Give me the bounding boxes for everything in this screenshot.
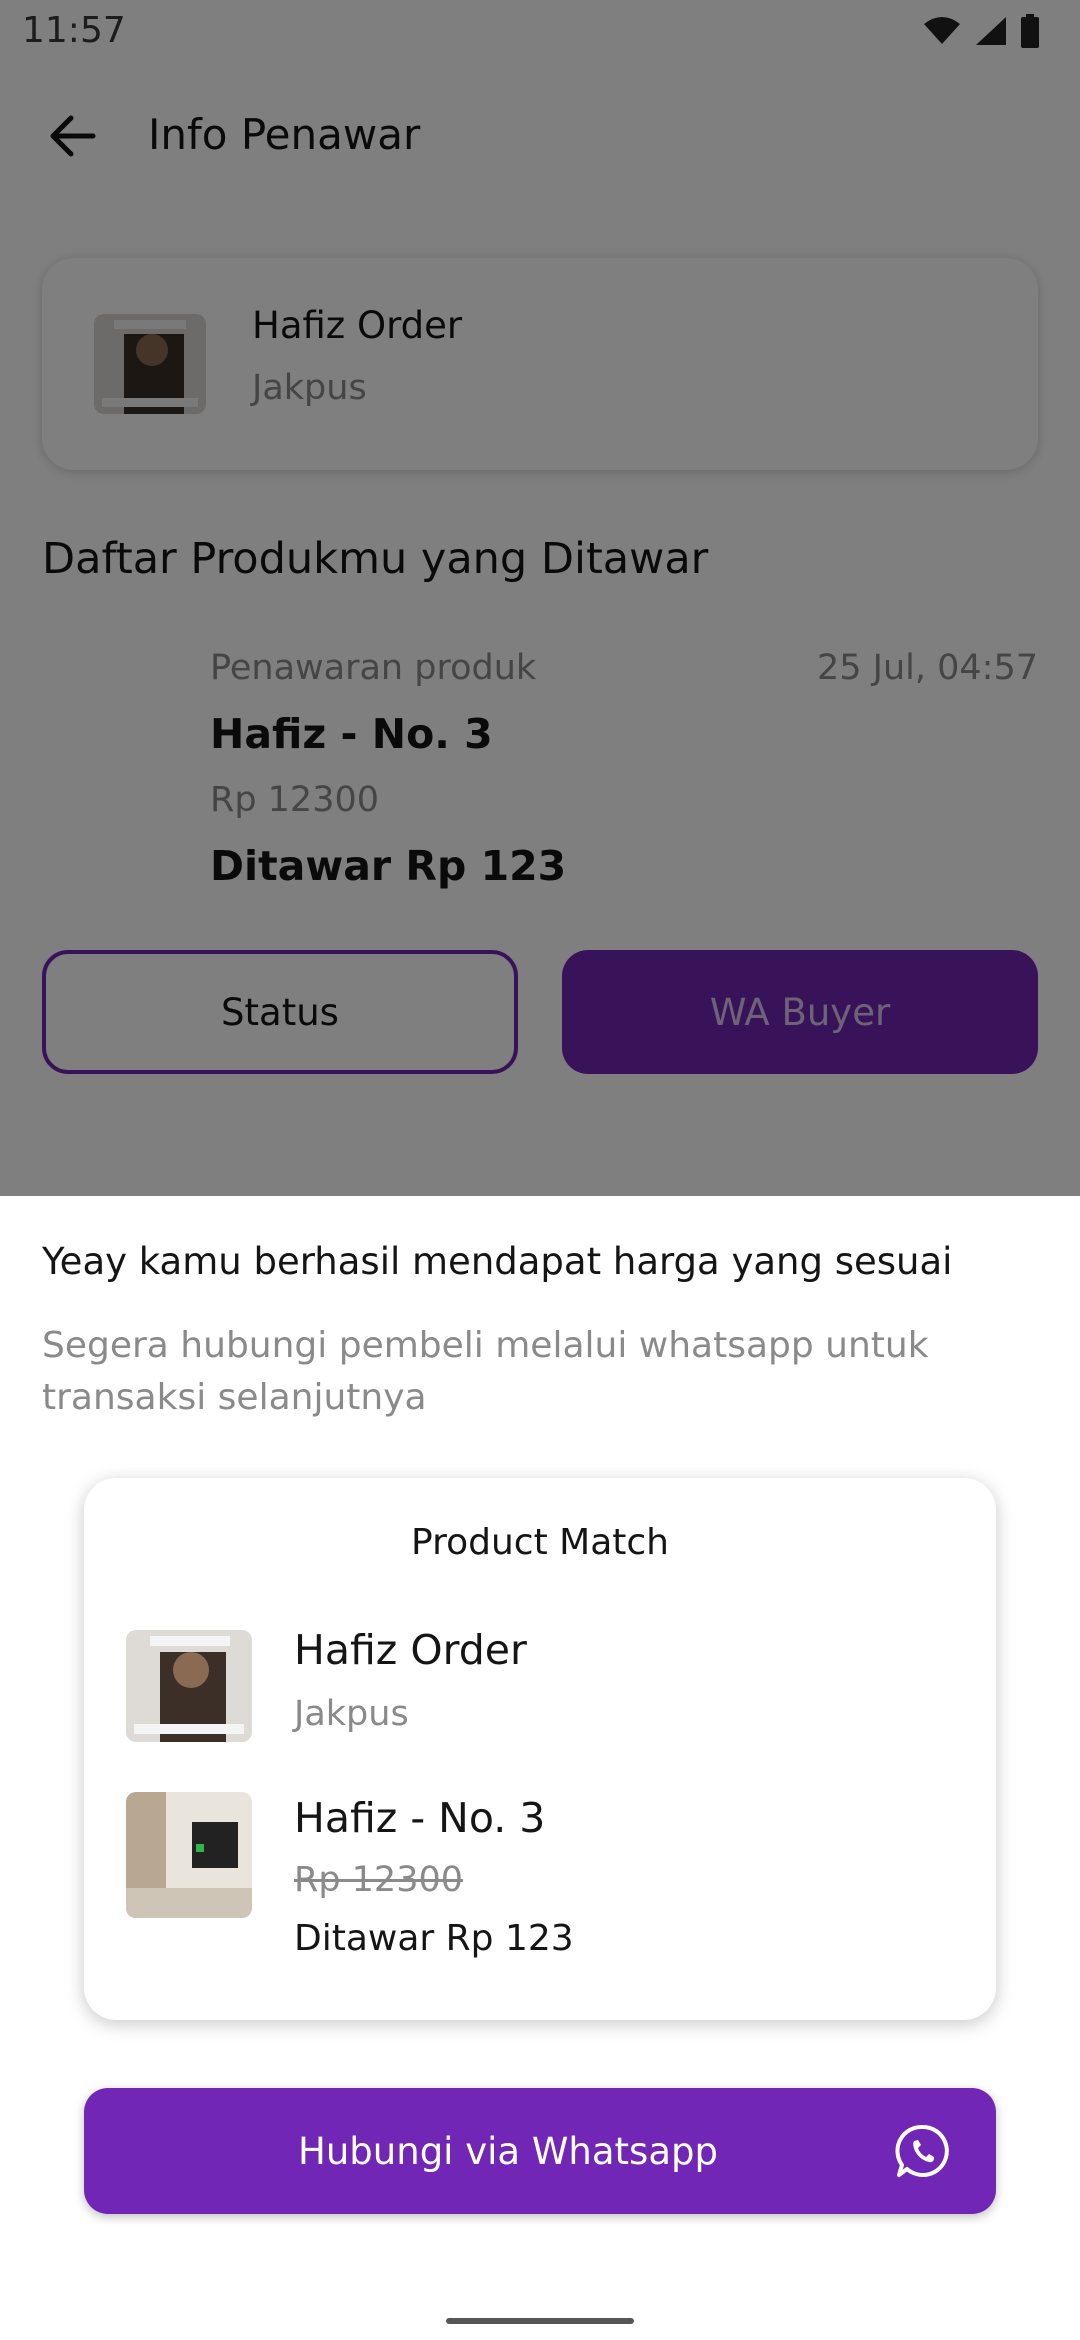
sheet-title: Yeay kamu berhasil mendapat harga yang s… [42,1240,953,1283]
product-match-title: Product Match [411,1522,669,1563]
sheet-description: Segera hubungi pembeli melalui whatsapp … [42,1325,929,1418]
whatsapp-icon [895,2124,949,2177]
match-original-price: Rp 12300 [294,1860,464,1900]
product-match-card: Product Match Hafiz Order Jakpus Hafiz -… [84,1478,996,2020]
match-bid-price: Ditawar Rp 123 [294,1918,574,1959]
match-buyer-avatar [126,1630,252,1742]
bottom-sheet: Yeay kamu berhasil mendapat harga yang s… [0,1196,1080,2340]
modal-scrim[interactable] [0,0,1080,1196]
contact-whatsapp-button[interactable]: Hubungi via Whatsapp [84,2088,996,2214]
match-product-name: Hafiz - No. 3 [294,1794,546,1842]
contact-whatsapp-label: Hubungi via Whatsapp [298,2129,718,2173]
home-indicator[interactable] [446,2318,634,2324]
match-buyer-name: Hafiz Order [294,1626,527,1674]
match-buyer-city: Jakpus [294,1694,409,1734]
match-product-image [126,1792,252,1918]
